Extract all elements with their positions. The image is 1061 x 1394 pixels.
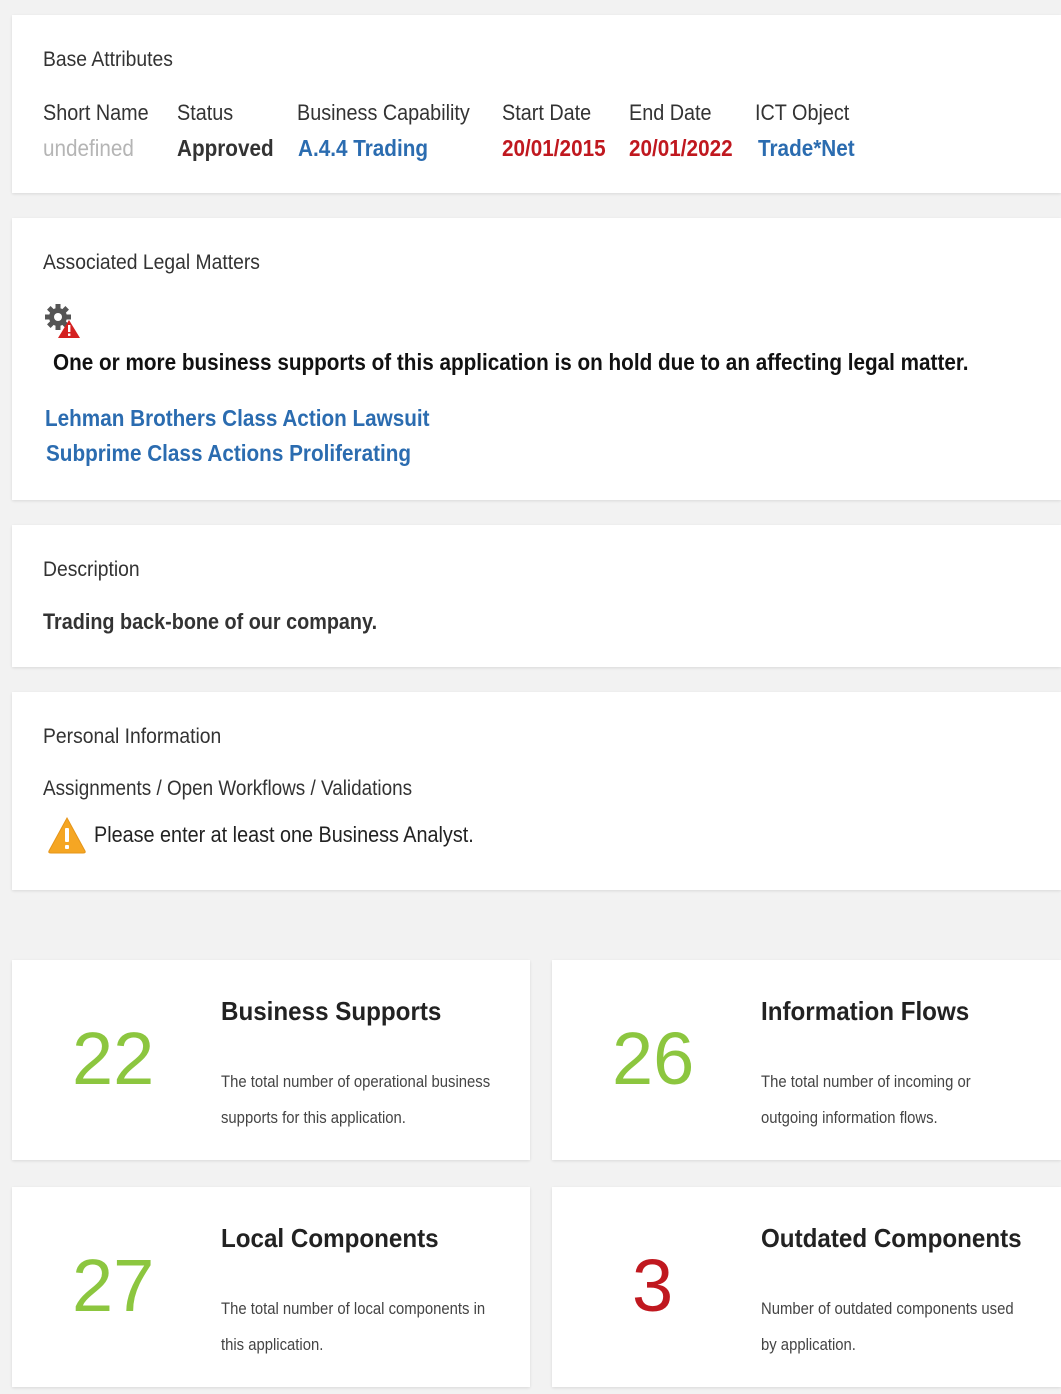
legal-matters-title: Associated Legal Matters — [43, 251, 260, 274]
legal-matters-card: Associated Legal Matters One or more bus… — [12, 218, 1061, 500]
stat-card-local-components[interactable]: 27 Local Components The total number of … — [12, 1187, 530, 1387]
stat-description: The total number of local components in … — [221, 1300, 486, 1354]
personal-information-card: Personal Information Assignments / Open … — [12, 692, 1061, 890]
base-attributes-title: Base Attributes — [43, 48, 173, 71]
business-analyst-warning: Please enter at least one Business Analy… — [94, 822, 474, 847]
legal-hold-notice: One or more business supports of this ap… — [53, 349, 969, 375]
ict-object-label: ICT Object — [755, 100, 850, 125]
description-title: Description — [43, 558, 140, 581]
stat-title: Local Components — [221, 1223, 439, 1253]
stat-value: 26 — [612, 1017, 695, 1100]
stat-value: 27 — [72, 1244, 155, 1327]
status-value: Approved — [177, 135, 274, 161]
description-card: Description Trading back-bone of our com… — [12, 525, 1061, 667]
stat-value: 3 — [632, 1244, 674, 1327]
end-date-value: 20/01/2022 — [629, 135, 733, 161]
stat-title: Information Flows — [761, 996, 970, 1026]
description-text: Trading back-bone of our company. — [43, 609, 378, 634]
stat-card-business-supports[interactable]: 22 Business Supports The total number of… — [12, 960, 530, 1160]
assignments-subtitle: Assignments / Open Workflows / Validatio… — [43, 777, 413, 800]
stat-card-information-flows[interactable]: 26 Information Flows The total number of… — [552, 960, 1061, 1160]
gear-warning-icon — [43, 300, 83, 340]
start-date-value: 20/01/2015 — [502, 135, 606, 161]
stat-description: The total number of incoming or outgoing… — [761, 1073, 971, 1127]
stat-description: The total number of operational business… — [221, 1073, 491, 1127]
ict-object-link[interactable]: Trade*Net — [758, 135, 855, 162]
personal-information-title: Personal Information — [43, 725, 222, 748]
short-name-value: undefined — [43, 135, 134, 161]
legal-matter-link-subprime[interactable]: Subprime Class Actions Proliferating — [46, 440, 411, 467]
stat-card-outdated-components[interactable]: 3 Outdated Components Number of outdated… — [552, 1187, 1061, 1387]
stat-value: 22 — [72, 1017, 155, 1100]
end-date-label: End Date — [629, 100, 712, 125]
business-capability-label: Business Capability — [297, 100, 470, 125]
stat-description: Number of outdated components used by ap… — [761, 1300, 1014, 1354]
base-attributes-card: Base Attributes Short Name undefined Sta… — [12, 15, 1061, 193]
stat-title: Outdated Components — [761, 1223, 1022, 1253]
warning-triangle-icon — [47, 816, 87, 854]
legal-matter-link-lehman[interactable]: Lehman Brothers Class Action Lawsuit — [45, 405, 430, 432]
stat-title: Business Supports — [221, 996, 442, 1026]
short-name-label: Short Name — [43, 100, 149, 125]
start-date-label: Start Date — [502, 100, 592, 125]
status-label: Status — [177, 100, 234, 125]
business-capability-link[interactable]: A.4.4 Trading — [298, 135, 428, 162]
